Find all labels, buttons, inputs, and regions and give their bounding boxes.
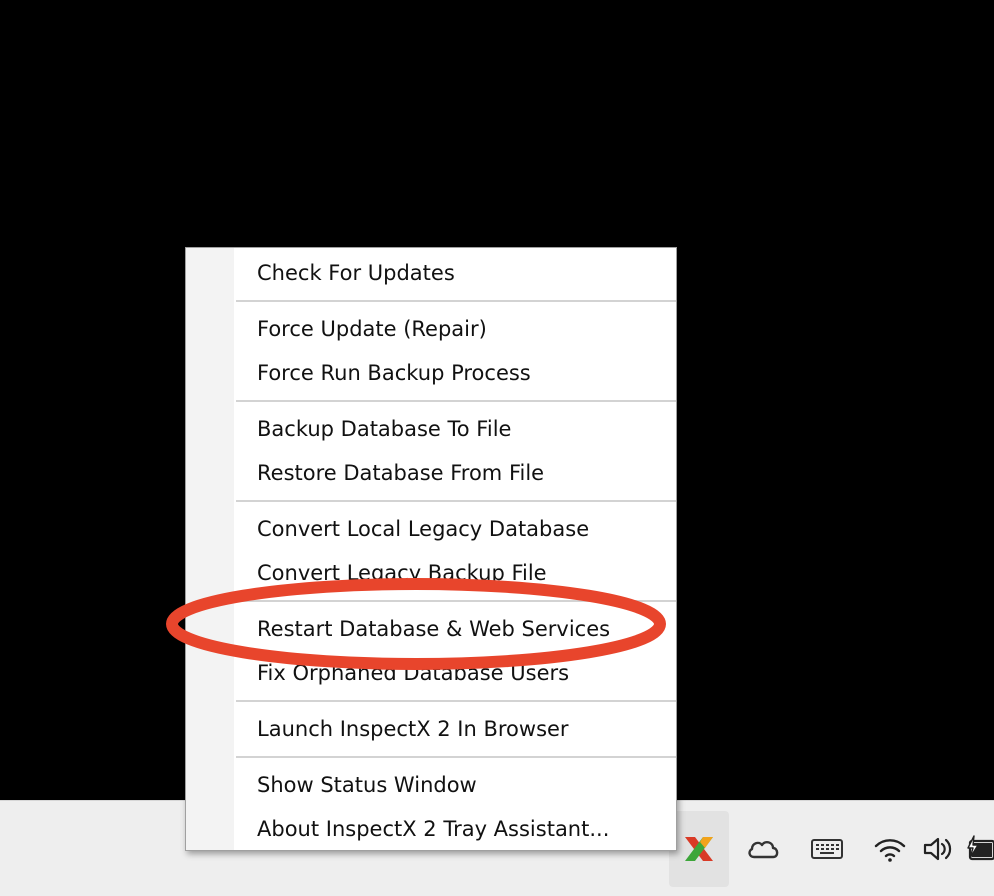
menu-item-about-tray-assistant[interactable]: About InspectX 2 Tray Assistant...	[234, 807, 676, 851]
wifi-icon	[874, 839, 906, 862]
menu-separator	[236, 300, 676, 302]
menu-item-launch-in-browser[interactable]: Launch InspectX 2 In Browser	[234, 707, 676, 751]
wifi-button[interactable]	[868, 811, 912, 887]
onedrive-button[interactable]	[737, 811, 789, 887]
touch-keyboard-button[interactable]	[800, 811, 854, 887]
menu-separator	[236, 700, 676, 702]
menu-separator	[236, 600, 676, 602]
inspectx-tray-icon	[685, 837, 713, 861]
menu-item-check-for-updates[interactable]: Check For Updates	[234, 251, 676, 295]
inspectx-tray-button[interactable]	[669, 811, 729, 887]
menu-item-restart-database-web-services[interactable]: Restart Database & Web Services	[234, 607, 676, 651]
menu-separator	[236, 756, 676, 758]
menu-item-convert-legacy-backup-file[interactable]: Convert Legacy Backup File	[234, 551, 676, 595]
desktop-screen: Check For Updates Force Update (Repair) …	[0, 0, 994, 896]
battery-button[interactable]	[966, 811, 994, 887]
menu-item-show-status-window[interactable]: Show Status Window	[234, 763, 676, 807]
volume-icon	[923, 837, 952, 861]
volume-button[interactable]	[915, 811, 961, 887]
menu-item-force-run-backup[interactable]: Force Run Backup Process	[234, 351, 676, 395]
menu-item-backup-database[interactable]: Backup Database To File	[234, 407, 676, 451]
battery-charging-icon	[967, 835, 994, 861]
tray-context-menu: Check For Updates Force Update (Repair) …	[185, 247, 677, 851]
onedrive-cloud-icon	[748, 840, 779, 859]
menu-separator	[236, 500, 676, 502]
menu-item-convert-local-legacy-database[interactable]: Convert Local Legacy Database	[234, 507, 676, 551]
menu-icon-gutter	[186, 248, 234, 850]
menu-item-force-update[interactable]: Force Update (Repair)	[234, 307, 676, 351]
touch-keyboard-icon	[811, 839, 843, 859]
menu-item-restore-database[interactable]: Restore Database From File	[234, 451, 676, 495]
menu-separator	[236, 400, 676, 402]
menu-item-fix-orphaned-database-users[interactable]: Fix Orphaned Database Users	[234, 651, 676, 695]
